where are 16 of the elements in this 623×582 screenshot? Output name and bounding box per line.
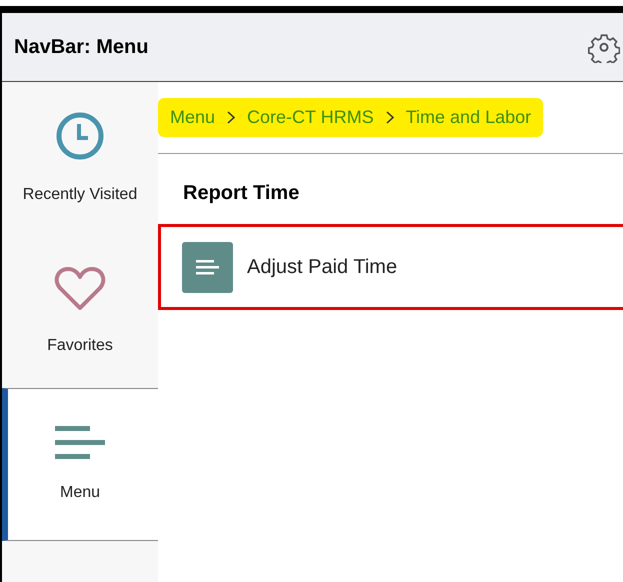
section-title: Report Time: [183, 182, 300, 204]
document-icon: [182, 242, 233, 292]
sidebar-item[interactable]: Recently Visited: [2, 82, 158, 235]
clock-icon: [55, 110, 105, 160]
menu-tile[interactable]: Adjust Paid Time: [158, 224, 623, 310]
page-title: NavBar: Menu: [14, 35, 148, 60]
heart-icon: [54, 266, 106, 312]
menu-icon: [54, 424, 106, 458]
sidebar-label: Recently Visited: [22, 184, 138, 204]
sidebar-label: Menu: [60, 482, 100, 502]
chevron-icon: [227, 111, 236, 124]
sidebar-item[interactable]: Favorites: [2, 235, 158, 388]
sidebar-label: Favorites: [47, 336, 113, 356]
sidebar-item[interactable]: Menu: [2, 388, 158, 541]
chevron-icon: [386, 111, 394, 124]
tile-label: Adjust Paid Time: [247, 255, 398, 280]
